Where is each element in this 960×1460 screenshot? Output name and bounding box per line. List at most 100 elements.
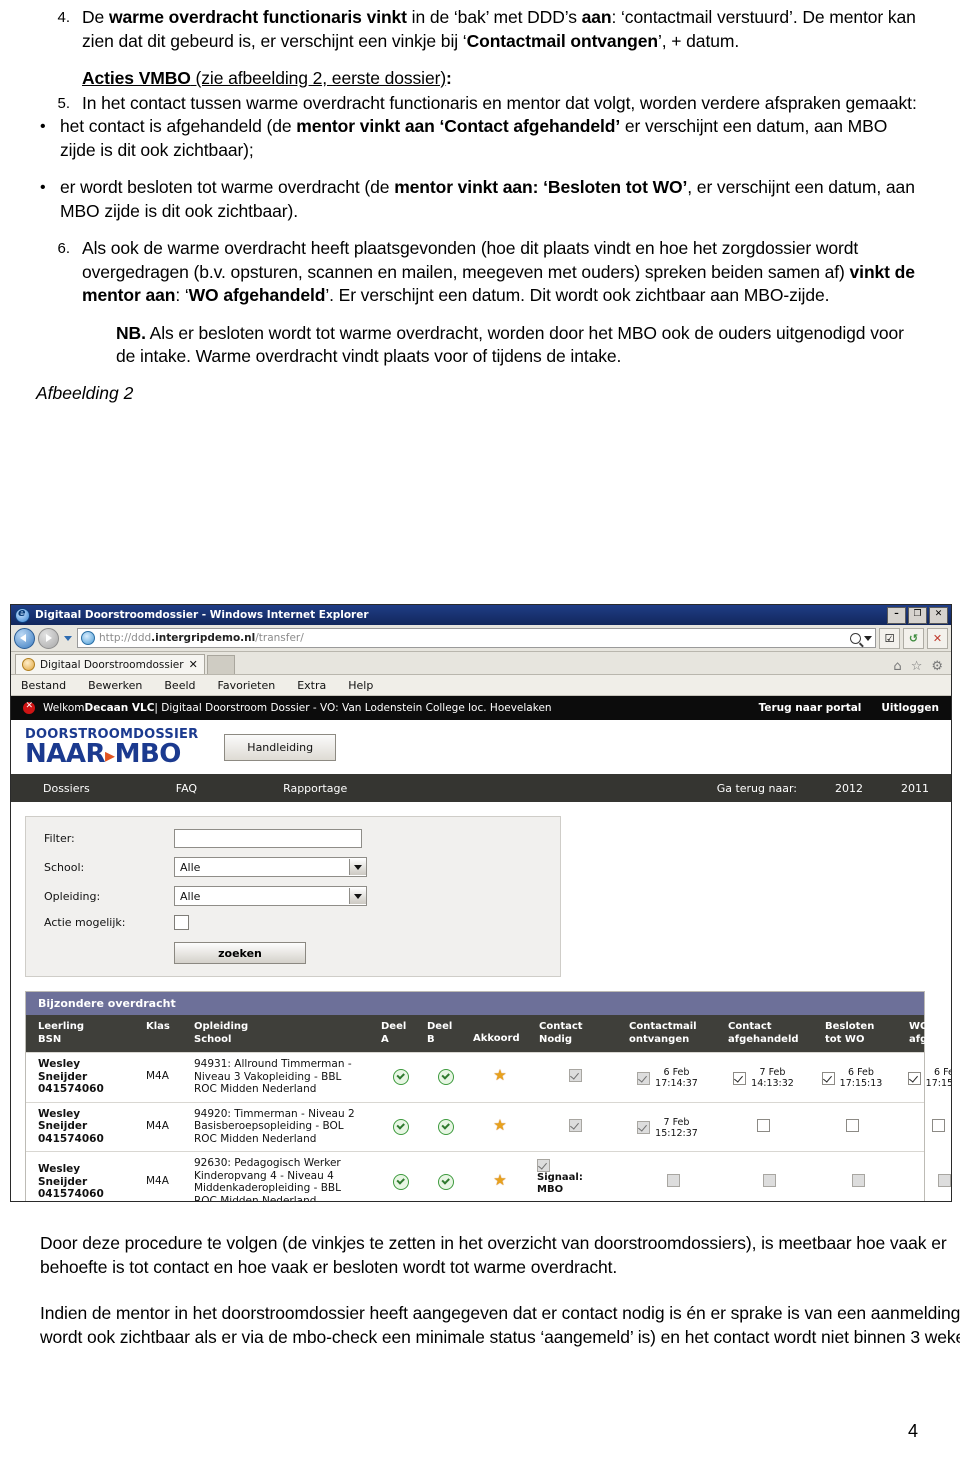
- forward-icon[interactable]: [38, 627, 59, 649]
- leerling-bsn: 041574060: [38, 1188, 104, 1200]
- close-button[interactable]: ✕: [929, 607, 948, 624]
- wo-afgehandeld-checkbox[interactable]: [931, 1118, 945, 1132]
- table-title: Bijzondere overdracht: [26, 992, 924, 1015]
- cell-contact-nodig: [531, 1108, 619, 1146]
- menu-item-bestand[interactable]: Bestand: [21, 679, 66, 692]
- tab-close-icon[interactable]: ✕: [189, 658, 198, 671]
- contact-afgehandeld-checkbox[interactable]: [733, 1071, 747, 1085]
- leerling-voornaam: Wesley: [38, 1107, 81, 1120]
- contact-afgehandeld-datetime: 7 Feb 14:13:32: [751, 1067, 794, 1089]
- opleiding-line-2: Niveau 3 Vakopleiding - BBL: [194, 1070, 342, 1083]
- stop-icon[interactable]: ✕: [927, 627, 948, 649]
- terug-naar-portal-link[interactable]: Terug naar portal: [759, 702, 862, 714]
- browser-tab[interactable]: Digitaal Doorstroomdossier ✕: [15, 654, 205, 674]
- wo-afgehandeld-checkbox[interactable]: [907, 1071, 921, 1085]
- col-deel-b-l1: Deel: [427, 1021, 453, 1032]
- filter-row-school: School: Alle: [44, 857, 560, 877]
- opleiding-select[interactable]: Alle: [174, 886, 367, 906]
- favorites-icon[interactable]: ☆: [911, 659, 923, 674]
- nav-item-faq[interactable]: FAQ: [176, 782, 197, 795]
- search-icon[interactable]: [850, 632, 861, 644]
- browser-title-bar: Digitaal Doorstroomdossier - Windows Int…: [11, 605, 951, 625]
- cell-opleiding: 94931: Allround Timmerman - Niveau 3 Vak…: [194, 1058, 379, 1096]
- check-green-icon: [438, 1118, 454, 1135]
- nb-note: NB. Als er besloten wordt tot warme over…: [36, 322, 922, 369]
- school-select[interactable]: Alle: [174, 857, 367, 877]
- col-bsn: BSN: [38, 1033, 62, 1045]
- history-dropdown-icon[interactable]: [64, 635, 72, 641]
- nav-item-dossiers[interactable]: Dossiers: [43, 782, 90, 795]
- time: 17:14:37: [655, 1078, 698, 1089]
- heading-acties-vmbo: Acties VMBO (zie afbeelding 2, eerste do…: [36, 67, 922, 91]
- address-bar-controls[interactable]: [850, 632, 872, 644]
- address-bar[interactable]: http://ddd.intergripdemo.nl/transfer/: [77, 628, 876, 648]
- seg-bold: Contactmail ontvangen: [466, 30, 659, 51]
- menu-item-extra[interactable]: Extra: [297, 679, 326, 692]
- welcome-user: Decaan VLC: [84, 702, 155, 714]
- app-top-bar-links: Terug naar portal Uitloggen: [759, 702, 939, 714]
- chevron-down-icon[interactable]: [349, 859, 366, 875]
- menu-item-favorieten[interactable]: Favorieten: [218, 679, 276, 692]
- list-number-6: 6.: [57, 240, 70, 257]
- zoeken-button[interactable]: zoeken: [174, 942, 306, 964]
- contact-afgehandeld-checkbox[interactable]: [757, 1118, 770, 1132]
- seg: in de ‘bak’ met DDD’s: [406, 7, 582, 27]
- menu-item-beeld[interactable]: Beeld: [164, 679, 195, 692]
- besloten-tot-wo-checkbox[interactable]: [821, 1071, 835, 1085]
- leerling-achternaam: Sneijder: [38, 1120, 88, 1132]
- table-row[interactable]: Wesley Sneijder 041574060 M4A 94931: All…: [26, 1052, 951, 1102]
- cell-wo-afgehandeld: [899, 1157, 951, 1201]
- page-root: 4. De warme overdracht functionaris vink…: [0, 0, 960, 1460]
- nav-year-switcher: Ga terug naar: 2012 2011: [717, 782, 951, 795]
- cell-wo-afgehandeld: [893, 1108, 951, 1146]
- refresh-icon[interactable]: ↺: [903, 627, 924, 649]
- seg-bold: mentor vinkt aan ‘Contact afgehandeld’: [296, 116, 621, 136]
- besloten-tot-wo-checkbox[interactable]: [845, 1118, 859, 1132]
- chevron-down-icon[interactable]: [349, 888, 366, 904]
- cell-deel-b: [423, 1058, 469, 1096]
- school-select-value: Alle: [180, 860, 201, 874]
- seg-bold: aan: [581, 7, 612, 27]
- list-item-6: 6. Als ook de warme overdracht heeft pla…: [36, 237, 922, 308]
- bullet-list: het contact is afgehandeld (de mentor vi…: [36, 115, 922, 223]
- actie-mogelijk-checkbox[interactable]: [174, 915, 189, 930]
- table-row[interactable]: Wesley Sneijder 041574060 M4A 94920: Tim…: [26, 1101, 945, 1152]
- uitloggen-link[interactable]: Uitloggen: [881, 702, 939, 714]
- app-brand-row: DOORSTROOMDOSSIER NAAR▸MBO Handleiding: [11, 720, 951, 774]
- home-icon[interactable]: ⌂: [893, 659, 901, 674]
- seg: er wordt besloten tot warme overdracht (…: [60, 177, 395, 197]
- nav-item-rapportage[interactable]: Rapportage: [283, 782, 347, 795]
- heading-underlined-text: Acties VMBO: [82, 68, 191, 88]
- menu-item-bewerken[interactable]: Bewerken: [88, 679, 142, 692]
- menu-item-help[interactable]: Help: [348, 679, 373, 692]
- minimize-button[interactable]: –: [887, 607, 906, 624]
- browser-menu-bar: Bestand Bewerken Beeld Favorieten Extra …: [11, 675, 951, 696]
- signaal-label-2: MBO: [537, 1183, 564, 1195]
- col-contact-nodig: Contact Nodig: [535, 1021, 627, 1046]
- nb-label: NB.: [116, 322, 146, 343]
- table-row[interactable]: Wesley Sneijder 041574060 M4A 92630: Ped…: [26, 1151, 951, 1201]
- url-domain: .intergripdemo.nl: [151, 632, 256, 644]
- filter-input[interactable]: [174, 829, 362, 848]
- bullet-item-1: het contact is afgehandeld (de mentor vi…: [36, 115, 922, 162]
- seg: het contact is afgehandeld (de: [60, 116, 297, 136]
- time: 14:13:32: [751, 1078, 794, 1089]
- tools-icon[interactable]: ⚙: [931, 659, 943, 674]
- col-wo-afgehandeld: WO afgehandeld: [907, 1021, 951, 1046]
- dossier-table: Bijzondere overdracht Leerling BSN Klas …: [25, 991, 951, 1201]
- maximize-button[interactable]: ❐: [908, 607, 927, 624]
- besloten-cell-flex: 6 Feb 17:15:13: [811, 1067, 893, 1089]
- col-deel-a-l2: A: [381, 1033, 389, 1045]
- new-tab-button[interactable]: [206, 655, 235, 674]
- nav-year-2012[interactable]: 2012: [835, 782, 863, 795]
- url-scheme: http://ddd: [99, 632, 152, 644]
- handleiding-button[interactable]: Handleiding: [224, 733, 337, 761]
- seg: ’. Er verschijnt een datum. Dit wordt oo…: [325, 285, 830, 305]
- contactmail-checkbox: [637, 1121, 651, 1134]
- feeds-icon[interactable]: ☑: [879, 627, 900, 649]
- seg-bold: WO afgehandeld: [188, 285, 326, 305]
- chevron-down-icon[interactable]: [864, 635, 872, 641]
- nav-year-2011[interactable]: 2011: [901, 782, 929, 795]
- back-icon[interactable]: [14, 627, 35, 649]
- close-session-icon[interactable]: [23, 701, 35, 714]
